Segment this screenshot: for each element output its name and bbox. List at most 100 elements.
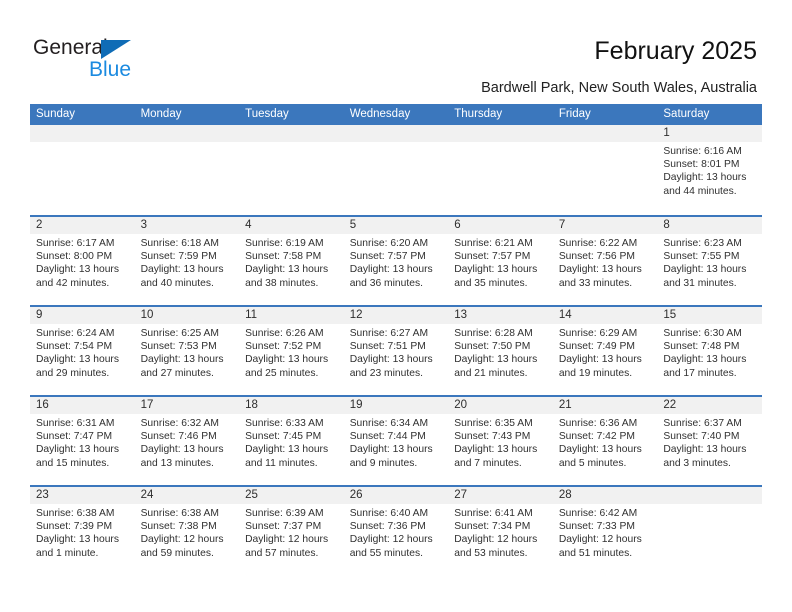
calendar-day-cell[interactable]: 12 Sunrise: 6:27 AM Sunset: 7:51 PM Dayligh… <box>344 307 449 395</box>
sunset-text: Sunset: 7:50 PM <box>454 341 531 353</box>
calendar-day-cell[interactable]: 18 Sunrise: 6:33 AM Sunset: 7:45 PM Dayligh… <box>239 397 344 485</box>
daylight-text-line1: Daylight: 13 hours <box>558 264 642 276</box>
calendar-day-cell[interactable]: 8 Sunrise: 6:23 AM Sunset: 7:55 PM Daylight… <box>657 217 762 305</box>
calendar-day-cell[interactable]: 5 Sunrise: 6:20 AM Sunset: 7:57 PM Daylight… <box>344 217 449 305</box>
daylight-text-line2: and 17 minutes. <box>663 367 737 379</box>
daylight-text-line2: and 40 minutes. <box>140 277 214 289</box>
calendar-day-sun-info: Sunrise: 6:29 AM Sunset: 7:49 PM Daylight:… <box>559 327 655 380</box>
daylight-text-line1: Daylight: 12 hours <box>558 534 642 546</box>
sunrise-text: Sunrise: 6:20 AM <box>349 238 429 249</box>
daylight-text-line1: Daylight: 12 hours <box>245 534 329 546</box>
daylight-text-line2: and 51 minutes. <box>558 547 633 559</box>
calendar-day-cell[interactable]: 19 Sunrise: 6:34 AM Sunset: 7:44 PM Dayligh… <box>344 397 449 485</box>
calendar-day-cell[interactable]: 21 Sunrise: 6:36 AM Sunset: 7:42 PM Dayligh… <box>553 397 658 485</box>
daylight-text-line2: and 3 minutes. <box>663 457 731 469</box>
calendar-day-sun-info: Sunrise: 6:39 AM Sunset: 7:37 PM Daylight:… <box>245 507 341 560</box>
daylight-text-line1: Daylight: 13 hours <box>36 354 119 366</box>
sunset-text: Sunset: 7:57 PM <box>454 251 531 263</box>
calendar-page: General Blue February 2025 Bardwell Park… <box>0 0 792 612</box>
daylight-text-line2: and 25 minutes. <box>245 367 319 379</box>
sunset-text: Sunset: 8:01 PM <box>663 159 740 171</box>
calendar-day-cell[interactable]: 10 Sunrise: 6:25 AM Sunset: 7:53 PM Dayligh… <box>135 307 240 395</box>
daylight-text-line1: Daylight: 13 hours <box>245 264 329 276</box>
sunset-text: Sunset: 7:52 PM <box>245 341 322 353</box>
daylight-text-line1: Daylight: 13 hours <box>454 444 538 456</box>
calendar-day-cell[interactable]: 9 Sunrise: 6:24 AM Sunset: 7:54 PM Daylight… <box>30 307 135 395</box>
sunset-text: Sunset: 7:34 PM <box>454 521 531 533</box>
daylight-text-line1: Daylight: 13 hours <box>140 354 224 366</box>
calendar-grid: Sunday Monday Tuesday Wednesday Thursday… <box>30 104 762 575</box>
calendar-day-cell[interactable]: 28 Sunrise: 6:42 AM Sunset: 7:33 PM Dayligh… <box>553 487 658 575</box>
daylight-text-line2: and 57 minutes. <box>245 547 319 559</box>
weekday-header-friday: Friday <box>558 108 591 120</box>
daylight-text-line1: Daylight: 13 hours <box>663 354 747 366</box>
sunrise-text: Sunrise: 6:34 AM <box>349 418 429 429</box>
calendar-day-cell[interactable]: 11 Sunrise: 6:26 AM Sunset: 7:52 PM Dayligh… <box>239 307 344 395</box>
calendar-day-cell[interactable]: 26 Sunrise: 6:40 AM Sunset: 7:36 PM Dayligh… <box>344 487 449 575</box>
sunrise-text: Sunrise: 6:30 AM <box>663 328 742 339</box>
daylight-text-line1: Daylight: 13 hours <box>36 264 119 276</box>
calendar-day-cell[interactable]: 1 Sunrise: 6:16 AM Sunset: 8:01 PM Daylight… <box>657 125 762 215</box>
calendar-day-cell[interactable]: 3 Sunrise: 6:18 AM Sunset: 7:59 PM Daylight… <box>135 217 240 305</box>
calendar-day-cell[interactable]: 25 Sunrise: 6:39 AM Sunset: 7:37 PM Dayligh… <box>239 487 344 575</box>
sunset-text: Sunset: 7:44 PM <box>349 431 426 443</box>
daylight-text-line1: Daylight: 13 hours <box>36 444 119 456</box>
calendar-week-row: 9 Sunrise: 6:24 AM Sunset: 7:54 PM Daylight… <box>30 305 762 395</box>
sunrise-text: Sunrise: 6:38 AM <box>36 508 115 519</box>
calendar-day-number: 13 <box>454 309 468 321</box>
calendar-day-cell[interactable]: 4 Sunrise: 6:19 AM Sunset: 7:58 PM Daylight… <box>239 217 344 305</box>
sunset-text: Sunset: 7:39 PM <box>36 521 113 533</box>
calendar-day-cell[interactable]: 27 Sunrise: 6:41 AM Sunset: 7:34 PM Dayligh… <box>448 487 553 575</box>
calendar-day-number: 23 <box>36 489 49 501</box>
calendar-day-sun-info: Sunrise: 6:30 AM Sunset: 7:48 PM Daylight:… <box>663 327 759 380</box>
calendar-day-cell[interactable]: 24 Sunrise: 6:38 AM Sunset: 7:38 PM Dayligh… <box>135 487 240 575</box>
calendar-day-cell-empty <box>448 125 553 215</box>
daylight-text-line2: and 42 minutes. <box>36 277 110 289</box>
calendar-day-sun-info: Sunrise: 6:32 AM Sunset: 7:46 PM Daylight:… <box>141 417 237 470</box>
daylight-text-line2: and 7 minutes. <box>454 457 522 469</box>
daylight-text-line1: Daylight: 12 hours <box>140 534 224 546</box>
calendar-day-number: 16 <box>36 399 49 411</box>
calendar-day-number: 18 <box>245 399 258 411</box>
sunset-text: Sunset: 7:47 PM <box>36 431 113 443</box>
logo-text-general: General <box>33 36 108 59</box>
daylight-text-line1: Daylight: 13 hours <box>140 444 224 456</box>
calendar-week-row: 23 Sunrise: 6:38 AM Sunset: 7:39 PM Dayligh… <box>30 485 762 575</box>
calendar-day-cell[interactable]: 7 Sunrise: 6:22 AM Sunset: 7:56 PM Daylight… <box>553 217 658 305</box>
calendar-day-cell[interactable]: 17 Sunrise: 6:32 AM Sunset: 7:46 PM Dayligh… <box>135 397 240 485</box>
calendar-day-number: 5 <box>349 219 357 231</box>
weekday-header-monday: Monday <box>140 108 182 120</box>
calendar-day-sun-info: Sunrise: 6:33 AM Sunset: 7:45 PM Daylight:… <box>245 417 341 470</box>
calendar-day-cell[interactable]: 2 Sunrise: 6:17 AM Sunset: 8:00 PM Daylight… <box>30 217 135 305</box>
sunset-text: Sunset: 7:43 PM <box>454 431 531 443</box>
calendar-week-days: 1 Sunrise: 6:16 AM Sunset: 8:01 PM Daylight… <box>30 125 762 215</box>
calendar-day-number: 17 <box>140 399 154 411</box>
calendar-day-cell[interactable]: 15 Sunrise: 6:30 AM Sunset: 7:48 PM Dayligh… <box>657 307 762 395</box>
calendar-day-cell-empty <box>553 125 658 215</box>
calendar-day-sun-info: Sunrise: 6:16 AM Sunset: 8:01 PM Daylight:… <box>663 145 759 198</box>
calendar-day-sun-info: Sunrise: 6:22 AM Sunset: 7:56 PM Daylight:… <box>559 237 655 290</box>
calendar-day-cell[interactable]: 22 Sunrise: 6:37 AM Sunset: 7:40 PM Dayligh… <box>657 397 762 485</box>
sunrise-text: Sunrise: 6:16 AM <box>663 146 742 157</box>
calendar-day-cell[interactable]: 6 Sunrise: 6:21 AM Sunset: 7:57 PM Daylight… <box>448 217 553 305</box>
calendar-day-cell[interactable]: 23 Sunrise: 6:38 AM Sunset: 7:39 PM Dayligh… <box>30 487 135 575</box>
weekday-header-sunday: Sunday <box>36 108 76 120</box>
calendar-day-sun-info: Sunrise: 6:25 AM Sunset: 7:53 PM Daylight:… <box>141 327 237 380</box>
sunset-text: Sunset: 7:45 PM <box>245 431 322 443</box>
calendar-week-days: 9 Sunrise: 6:24 AM Sunset: 7:54 PM Daylight… <box>30 307 762 395</box>
daylight-text-line2: and 33 minutes. <box>558 277 633 289</box>
calendar-day-number: 28 <box>558 489 572 501</box>
daylight-text-line1: Daylight: 13 hours <box>349 444 433 456</box>
calendar-day-number: 15 <box>663 309 677 321</box>
calendar-day-cell[interactable]: 16 Sunrise: 6:31 AM Sunset: 7:47 PM Dayligh… <box>30 397 135 485</box>
sunset-text: Sunset: 8:00 PM <box>36 251 113 263</box>
daylight-text-line2: and 15 minutes. <box>36 457 110 469</box>
page-title: February 2025 <box>594 37 757 65</box>
daylight-text-line1: Daylight: 13 hours <box>663 264 747 276</box>
calendar-day-sun-info: Sunrise: 6:38 AM Sunset: 7:38 PM Daylight:… <box>141 507 237 560</box>
calendar-day-cell[interactable]: 13 Sunrise: 6:28 AM Sunset: 7:50 PM Dayligh… <box>448 307 553 395</box>
calendar-day-cell[interactable]: 14 Sunrise: 6:29 AM Sunset: 7:49 PM Dayligh… <box>553 307 658 395</box>
sunset-text: Sunset: 7:48 PM <box>663 341 740 353</box>
calendar-day-cell[interactable]: 20 Sunrise: 6:35 AM Sunset: 7:43 PM Dayligh… <box>448 397 553 485</box>
calendar-day-number: 8 <box>663 219 670 231</box>
